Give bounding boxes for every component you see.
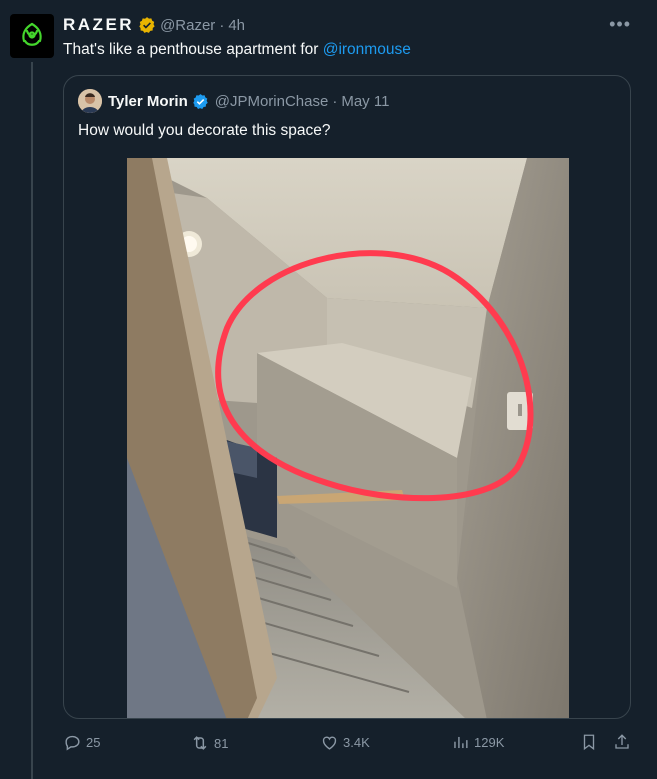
like-count: 3.4K xyxy=(343,735,370,750)
quoted-author-name: Tyler Morin xyxy=(108,92,188,110)
reply-count: 25 xyxy=(86,735,101,750)
verified-badge-icon xyxy=(138,16,156,34)
quoted-author-handle: @JPMorinChase xyxy=(214,92,329,110)
quoted-text: How would you decorate this space? xyxy=(78,122,331,139)
repost-icon xyxy=(193,736,207,750)
action-bar: 25 81 3.4K 129K xyxy=(0,733,657,757)
views-count: 129K xyxy=(474,735,505,750)
tweet-body: That's like a penthouse apartment for xyxy=(63,41,323,58)
quoted-avatar xyxy=(78,89,102,113)
separator-dot: · xyxy=(332,92,338,110)
heart-icon xyxy=(322,736,337,750)
bookmark-icon xyxy=(583,734,595,751)
share-icon xyxy=(615,734,629,749)
blue-verified-icon xyxy=(192,93,209,110)
repost-button[interactable]: 81 xyxy=(190,733,228,753)
author-handle[interactable]: @Razer xyxy=(160,17,215,34)
tweet-text: That's like a penthouse apartment for @i… xyxy=(63,40,411,60)
mention-link[interactable]: @ironmouse xyxy=(323,41,411,58)
razer-avatar[interactable] xyxy=(10,14,54,58)
views-button[interactable]: 129K xyxy=(451,733,504,752)
author-name[interactable]: RAZER xyxy=(63,15,134,35)
thread-line xyxy=(31,62,33,779)
tweet-header: RAZER @Razer · 4h ••• xyxy=(63,14,637,36)
share-button[interactable] xyxy=(613,733,635,751)
reply-button[interactable]: 25 xyxy=(63,733,100,752)
more-options-icon[interactable]: ••• xyxy=(609,14,631,35)
views-icon xyxy=(454,736,468,749)
stairwell-photo[interactable] xyxy=(127,158,569,719)
reply-icon xyxy=(65,735,80,751)
razer-logo-icon xyxy=(22,22,42,46)
quoted-tweet[interactable]: Tyler Morin @JPMorinChase · May 11 How w… xyxy=(63,75,631,719)
quoted-date: May 11 xyxy=(341,92,390,110)
repost-count: 81 xyxy=(214,735,229,751)
quoted-header: Tyler Morin @JPMorinChase · May 11 xyxy=(78,88,389,114)
separator-dot: · xyxy=(219,16,225,34)
bookmark-button[interactable] xyxy=(580,733,602,751)
like-button[interactable]: 3.4K xyxy=(320,733,370,752)
tweet-time[interactable]: 4h xyxy=(228,17,245,34)
